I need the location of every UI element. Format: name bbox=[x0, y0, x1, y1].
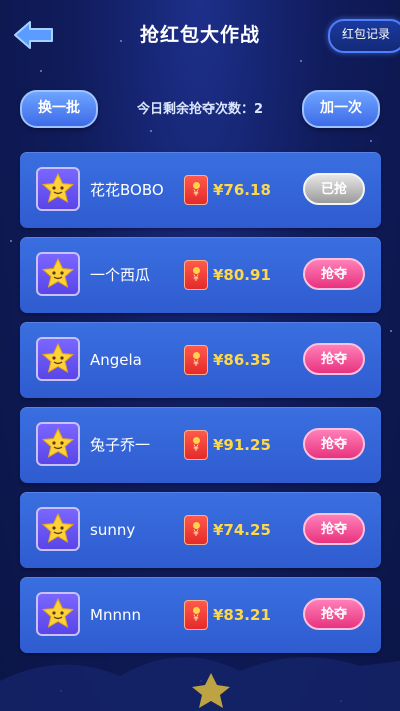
avatar bbox=[36, 592, 80, 636]
list-item: Mnnnn ¥83.21 抢夺 bbox=[20, 577, 381, 653]
grab-button[interactable]: 抢夺 bbox=[303, 513, 365, 545]
avatar bbox=[36, 167, 80, 211]
player-name: sunny bbox=[90, 521, 136, 539]
star-face-icon bbox=[41, 342, 75, 374]
avatar bbox=[36, 422, 80, 466]
red-packet-icon bbox=[184, 430, 208, 460]
list-item: 花花BOBO ¥76.18 已抢 bbox=[20, 152, 381, 228]
packet-amount: ¥86.35 bbox=[213, 351, 271, 369]
red-packet-record-button[interactable]: 红包记录 bbox=[327, 19, 400, 53]
star-face-icon bbox=[41, 597, 75, 629]
packet-amount: ¥74.25 bbox=[213, 521, 271, 539]
red-packet-icon bbox=[184, 345, 208, 375]
red-packet-icon bbox=[184, 260, 208, 290]
packet-amount: ¥76.18 bbox=[213, 181, 271, 199]
red-packet-icon bbox=[184, 515, 208, 545]
red-packet-icon bbox=[184, 175, 208, 205]
avatar bbox=[36, 252, 80, 296]
star-face-icon bbox=[41, 427, 75, 459]
list-item: 兔子乔一 ¥91.25 抢夺 bbox=[20, 407, 381, 483]
star-face-icon bbox=[41, 257, 75, 289]
list-item: Angela ¥86.35 抢夺 bbox=[20, 322, 381, 398]
packet-amount: ¥83.21 bbox=[213, 606, 271, 624]
star-face-icon bbox=[41, 172, 75, 204]
avatar bbox=[36, 507, 80, 551]
packet-amount: ¥91.25 bbox=[213, 436, 271, 454]
red-packet-icon bbox=[184, 600, 208, 630]
list-item: 一个西瓜 ¥80.91 抢夺 bbox=[20, 237, 381, 313]
player-name: Mnnnn bbox=[90, 606, 141, 624]
grabbed-button[interactable]: 已抢 bbox=[303, 173, 365, 205]
player-name: Angela bbox=[90, 351, 142, 369]
player-name: 花花BOBO bbox=[90, 181, 164, 199]
grab-button[interactable]: 抢夺 bbox=[303, 598, 365, 630]
player-name: 兔子乔一 bbox=[90, 436, 151, 454]
list-item: sunny ¥74.25 抢夺 bbox=[20, 492, 381, 568]
star-face-icon bbox=[41, 512, 75, 544]
add-once-button[interactable]: 加一次 bbox=[302, 90, 380, 128]
packet-amount: ¥80.91 bbox=[213, 266, 271, 284]
avatar bbox=[36, 337, 80, 381]
grab-button[interactable]: 抢夺 bbox=[303, 258, 365, 290]
player-name: 一个西瓜 bbox=[90, 266, 151, 284]
grab-button[interactable]: 抢夺 bbox=[303, 343, 365, 375]
grab-button[interactable]: 抢夺 bbox=[303, 428, 365, 460]
